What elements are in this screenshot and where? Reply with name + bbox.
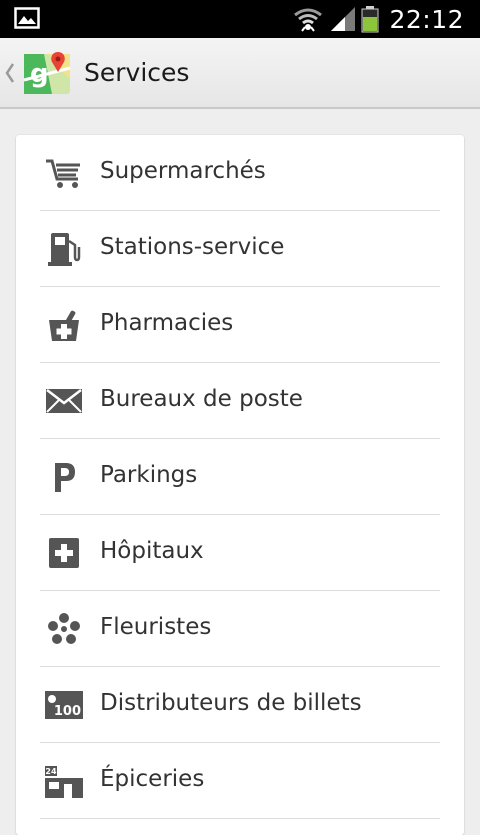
page-title: Services <box>84 58 190 87</box>
wifi-icon <box>294 8 323 32</box>
list-item-epiceries[interactable]: 24 Épiceries <box>40 743 440 819</box>
list-item-label: Parkings <box>100 462 198 488</box>
status-bar: 22:12 <box>0 0 480 38</box>
open-24-badge: 24 <box>45 767 57 776</box>
pharmacy-icon <box>44 307 84 343</box>
list-item-hopitaux[interactable]: Hôpitaux <box>40 515 440 591</box>
grocery-store-icon: 24 <box>44 763 84 799</box>
list-item-label: Distributeurs de billets <box>100 690 362 716</box>
list-item-stations-service[interactable]: Stations-service <box>40 211 440 287</box>
list-item-supermarches[interactable]: Supermarchés <box>40 135 440 211</box>
list-item-pharmacies[interactable]: Pharmacies <box>40 287 440 363</box>
envelope-icon <box>44 383 84 419</box>
flower-icon <box>44 611 84 647</box>
list-item-label: Stations-service <box>100 234 285 260</box>
hospital-cross-icon <box>44 535 84 571</box>
list-item-label: Épiceries <box>100 766 205 792</box>
up-navigation-chevron-icon[interactable] <box>4 62 16 84</box>
signal-icon <box>331 7 356 31</box>
services-card: Supermarchés Stations-service Pharmacies… <box>16 135 464 835</box>
atm-icon: 100 <box>44 687 84 723</box>
image-notification-icon <box>14 7 40 29</box>
list-item-parkings[interactable]: Parkings <box>40 439 440 515</box>
services-list: Supermarchés Stations-service Pharmacies… <box>40 135 440 819</box>
list-item-label: Bureaux de poste <box>100 386 303 412</box>
list-item-label: Fleuristes <box>100 614 212 640</box>
list-item-fleuristes[interactable]: Fleuristes <box>40 591 440 667</box>
clock: 22:12 <box>389 4 464 34</box>
list-item-bureaux-de-poste[interactable]: Bureaux de poste <box>40 363 440 439</box>
list-item-label: Hôpitaux <box>100 538 204 564</box>
action-bar: g Services <box>0 38 480 109</box>
atm-amount-badge: 100 <box>54 704 81 719</box>
google-maps-logo-icon[interactable]: g <box>22 50 72 96</box>
list-item-label: Pharmacies <box>100 310 234 336</box>
parking-icon <box>44 459 84 495</box>
list-item-label: Supermarchés <box>100 158 266 184</box>
gas-pump-icon <box>44 231 84 267</box>
shopping-cart-icon <box>44 155 84 191</box>
svg-text:g: g <box>30 59 49 89</box>
battery-icon <box>361 6 379 33</box>
list-item-distributeurs-de-billets[interactable]: 100 Distributeurs de billets <box>40 667 440 743</box>
